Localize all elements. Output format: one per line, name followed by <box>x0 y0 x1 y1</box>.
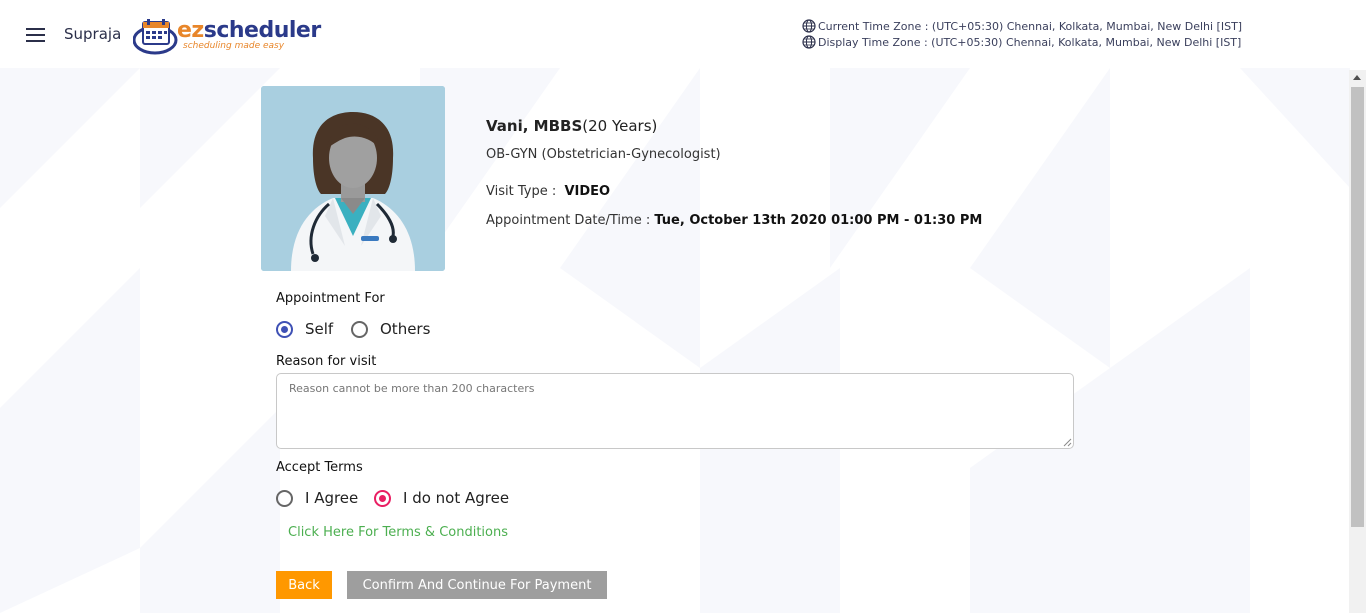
appointment-for-label: Appointment For <box>276 291 385 306</box>
appointment-datetime: Appointment Date/Time : Tue, October 13t… <box>486 213 982 228</box>
back-button[interactable]: Back <box>276 571 332 599</box>
radio-disagree-label: I do not Agree <box>403 489 510 507</box>
globe-icon <box>802 19 816 33</box>
visit-type-value: VIDEO <box>564 184 611 199</box>
current-timezone: Current Time Zone : (UTC+05:30) Chennai,… <box>802 19 1242 33</box>
doctor-experience: (20 Years) <box>582 117 658 135</box>
radio-disagree[interactable]: I do not Agree <box>374 489 509 507</box>
radio-self[interactable]: Self <box>276 320 333 338</box>
appointment-value: Tue, October 13th 2020 01:00 PM - 01:30 … <box>654 213 983 228</box>
current-timezone-text: Current Time Zone : (UTC+05:30) Chennai,… <box>818 19 1243 33</box>
logo-wordmark: ezscheduler <box>177 18 321 43</box>
doctor-avatar <box>261 86 445 271</box>
display-timezone-text: Display Time Zone : (UTC+05:30) Chennai,… <box>818 35 1242 49</box>
scroll-thumb[interactable] <box>1351 87 1364 527</box>
resize-grip-icon[interactable] <box>1063 438 1072 447</box>
user-name: Supraja <box>64 25 122 43</box>
doctor-specialty: OB-GYN (Obstetrician-Gynecologist) <box>486 147 721 162</box>
menu-icon[interactable] <box>26 28 45 42</box>
calendar-logo-icon <box>133 19 178 55</box>
confirm-payment-button[interactable]: Confirm And Continue For Payment <box>347 571 607 599</box>
radio-disagree-circle[interactable] <box>374 489 391 507</box>
ezscheduler-logo[interactable]: ezscheduler scheduling made easy <box>133 14 321 56</box>
radio-self-label: Self <box>305 320 334 338</box>
radio-agree[interactable]: I Agree <box>276 489 358 507</box>
visit-type: Visit Type : VIDEO <box>486 184 610 199</box>
radio-others-label: Others <box>380 320 431 338</box>
radio-others[interactable]: Others <box>351 320 430 338</box>
scroll-up-arrow-icon[interactable] <box>1353 75 1361 80</box>
reason-label: Reason for visit <box>276 354 377 369</box>
appointment-label: Appointment Date/Time : <box>486 213 651 228</box>
logo-tagline: scheduling made easy <box>183 41 285 51</box>
radio-self-circle[interactable] <box>276 320 293 338</box>
reason-textarea[interactable] <box>276 373 1074 449</box>
doctor-name: Vani, MBBS(20 Years) <box>486 117 657 135</box>
globe-icon <box>802 35 816 49</box>
app-header: Supraja ezscheduler scheduling made easy… <box>0 0 1366 68</box>
visit-type-label: Visit Type : <box>486 184 557 199</box>
radio-others-circle[interactable] <box>351 320 368 338</box>
terms-conditions-link[interactable]: Click Here For Terms & Conditions <box>288 525 508 540</box>
doctor-name-text: Vani, MBBS <box>486 117 583 135</box>
radio-agree-label: I Agree <box>305 489 359 507</box>
accept-terms-label: Accept Terms <box>276 460 363 475</box>
logo-ez-prefix: ez <box>177 18 204 43</box>
display-timezone: Display Time Zone : (UTC+05:30) Chennai,… <box>802 35 1241 49</box>
page-scrollbar[interactable] <box>1349 70 1366 613</box>
radio-agree-circle[interactable] <box>276 489 293 507</box>
